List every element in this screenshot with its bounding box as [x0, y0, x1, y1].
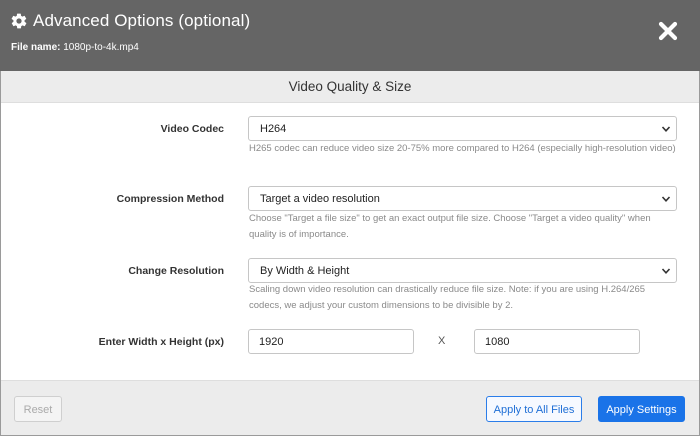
compression-method-select[interactable]: Target a video resolution [248, 186, 677, 211]
chevron-down-icon [661, 268, 671, 274]
change-resolution-select[interactable]: By Width & Height [248, 258, 677, 283]
reset-button[interactable]: Reset [14, 396, 62, 422]
width-input[interactable]: 1920 [248, 329, 414, 354]
video-codec-label: Video Codec [160, 123, 224, 135]
gear-icon [11, 13, 27, 29]
compression-help-line-1: Choose "Target a file size" to get an ex… [249, 213, 651, 224]
width-value: 1920 [259, 336, 284, 348]
section-header: Video Quality & Size [1, 71, 699, 103]
change-resolution-value: By Width & Height [260, 265, 350, 277]
file-name-label: File name: [11, 42, 61, 53]
video-codec-help: H265 codec can reduce video size 20-75% … [249, 141, 677, 157]
chevron-down-icon [661, 196, 671, 202]
compression-method-label: Compression Method [116, 193, 224, 205]
height-value: 1080 [485, 336, 510, 348]
resolution-help-line-2: codecs, we adjust your custom dimensions… [249, 300, 514, 311]
file-name-value: 1080p-to-4k.mp4 [63, 42, 139, 53]
height-input[interactable]: 1080 [474, 329, 640, 354]
file-name-line: File name: 1080p-to-4k.mp4 [11, 42, 139, 53]
dimensions-label: Enter Width x Height (px) [98, 336, 224, 348]
change-resolution-help: Scaling down video resolution can drasti… [249, 282, 677, 314]
compression-method-value: Target a video resolution [260, 193, 380, 205]
chevron-down-icon [661, 126, 671, 132]
dialog-title: Advanced Options (optional) [33, 11, 251, 30]
compression-help-line-2: quality is of importance. [249, 229, 349, 240]
change-resolution-label: Change Resolution [128, 265, 224, 277]
dialog-footer [1, 380, 699, 435]
dialog-header: Advanced Options (optional) File name: 1… [0, 0, 700, 71]
section-title: Video Quality & Size [288, 79, 412, 94]
apply-to-all-files-button[interactable]: Apply to All Files [486, 396, 582, 422]
video-codec-value: H264 [260, 123, 287, 135]
video-codec-help-text: H265 codec can reduce video size 20-75% … [249, 143, 676, 154]
compression-method-help: Choose "Target a file size" to get an ex… [249, 211, 677, 243]
close-icon[interactable] [658, 21, 678, 41]
apply-settings-button[interactable]: Apply Settings [598, 396, 685, 422]
dimension-separator: X [438, 335, 446, 347]
resolution-help-line-1: Scaling down video resolution can drasti… [249, 284, 646, 295]
video-codec-select[interactable]: H264 [248, 116, 677, 141]
